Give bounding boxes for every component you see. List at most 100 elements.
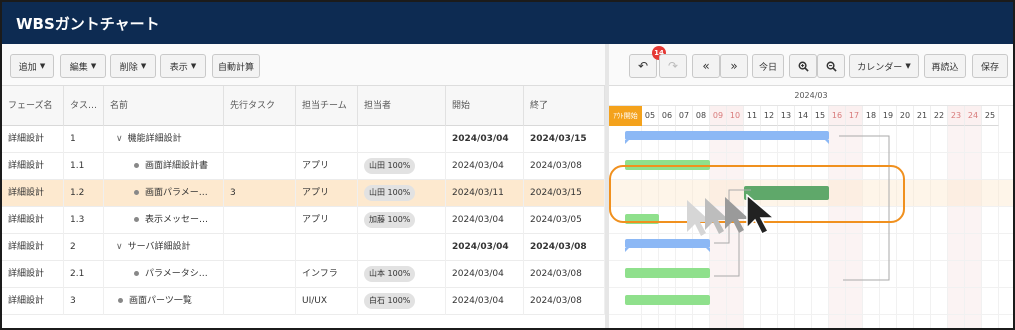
cell-team[interactable]: インフラ	[296, 261, 358, 288]
cell-name[interactable]: ∨ 機能詳細設計	[104, 126, 224, 153]
cell-end[interactable]: 2024/03/08	[524, 153, 605, 180]
cell-start[interactable]: 2024/03/04	[446, 234, 524, 261]
view-button[interactable]: 表示 ▼	[160, 54, 206, 78]
cell-pred[interactable]	[224, 153, 296, 180]
save-button[interactable]: 保存	[972, 54, 1008, 78]
task-name: サーバ詳細設計	[127, 242, 191, 252]
cursor-icon	[746, 194, 777, 236]
cell-phase[interactable]: 詳細設計	[2, 126, 64, 153]
cell-pred[interactable]	[224, 126, 296, 153]
add-button[interactable]: 追加 ▼	[10, 54, 54, 78]
column-header-phase[interactable]: フェーズ名	[2, 86, 64, 126]
table-row[interactable]: 詳細設計 1 ∨ 機能詳細設計 2024/03/04 2024/03/15	[2, 126, 605, 153]
column-header-end[interactable]: 終了	[524, 86, 605, 126]
cell-name[interactable]: 画面パラメー…	[104, 180, 224, 207]
cell-no[interactable]: 1.3	[64, 207, 104, 234]
double-right-icon: »	[730, 59, 738, 73]
cell-phase[interactable]: 詳細設計	[2, 234, 64, 261]
cell-end[interactable]: 2024/03/08	[524, 288, 605, 315]
cell-name[interactable]: 表示メッセー…	[104, 207, 224, 234]
cell-no[interactable]: 2	[64, 234, 104, 261]
cell-pred[interactable]	[224, 207, 296, 234]
cell-start[interactable]: 2024/03/04	[446, 288, 524, 315]
today-button[interactable]: 今日	[752, 54, 784, 78]
column-header-assignee[interactable]: 担当者	[358, 86, 446, 126]
cell-no[interactable]: 3	[64, 288, 104, 315]
table-row[interactable]: 詳細設計 3 画面パーツ一覧 UI/UX 白石 100% 2024/03/04 2024/0…	[2, 288, 605, 315]
cell-start[interactable]: 2024/03/04	[446, 126, 524, 153]
table-row[interactable]: 詳細設計 1.2 画面パラメー… 3 アプリ 山田 100% 2024/03/11 2024/…	[2, 180, 605, 207]
redo-button[interactable]: ↷	[659, 54, 687, 78]
collapse-toggle-icon[interactable]: ∨	[116, 234, 123, 261]
table-row[interactable]: 詳細設計 1.3 表示メッセー… アプリ 加藤 100% 2024/03/04 2024/0…	[2, 207, 605, 234]
table-row[interactable]: 詳細設計 1.1 画面詳細設計書 アプリ 山田 100% 2024/03/04 2024/0…	[2, 153, 605, 180]
cell-end[interactable]: 2024/03/08	[524, 234, 605, 261]
table-row[interactable]: 詳細設計 2 ∨ サーバ詳細設計 2024/03/04 2024/03/08	[2, 234, 605, 261]
cell-team[interactable]: UI/UX	[296, 288, 358, 315]
cell-no[interactable]: 1	[64, 126, 104, 153]
column-header-predecessor[interactable]: 先行タスク	[224, 86, 296, 126]
column-header-task-no[interactable]: タス…	[64, 86, 104, 126]
delete-button[interactable]: 削除 ▼	[110, 54, 156, 78]
zoom-out-button[interactable]	[817, 54, 845, 78]
undo-icon: ↶	[637, 59, 649, 73]
cell-team[interactable]: アプリ	[296, 153, 358, 180]
cell-assignee[interactable]	[358, 234, 446, 261]
cell-assignee[interactable]: 山田 100%	[358, 180, 446, 207]
assignee-chip[interactable]: 白石 100%	[364, 292, 416, 309]
cell-start[interactable]: 2024/03/11	[446, 180, 524, 207]
collapse-toggle-icon[interactable]: ∨	[116, 126, 123, 153]
cell-assignee[interactable]: 白石 100%	[358, 288, 446, 315]
cell-assignee[interactable]: 山田 100%	[358, 153, 446, 180]
edit-button[interactable]: 編集 ▼	[60, 54, 106, 78]
cell-phase[interactable]: 詳細設計	[2, 288, 64, 315]
cell-phase[interactable]: 詳細設計	[2, 207, 64, 234]
cell-assignee[interactable]: 山本 100%	[358, 261, 446, 288]
cell-phase[interactable]: 詳細設計	[2, 180, 64, 207]
prev-button[interactable]: «	[692, 54, 720, 78]
cell-no[interactable]: 2.1	[64, 261, 104, 288]
cell-end[interactable]: 2024/03/15	[524, 126, 605, 153]
cell-team[interactable]: アプリ	[296, 207, 358, 234]
cell-phase[interactable]: 詳細設計	[2, 261, 64, 288]
cell-no[interactable]: 1.2	[64, 180, 104, 207]
table-row[interactable]: 詳細設計 2.1 パラメータシ… インフラ 山本 100% 2024/03/04 2024/…	[2, 261, 605, 288]
assignee-chip[interactable]: 山田 100%	[364, 157, 416, 174]
zoom-in-button[interactable]	[789, 54, 817, 78]
cell-pred[interactable]	[224, 288, 296, 315]
cell-team[interactable]	[296, 126, 358, 153]
cell-name[interactable]: ∨ サーバ詳細設計	[104, 234, 224, 261]
assignee-chip[interactable]: 加藤 100%	[364, 211, 416, 228]
auto-calc-button[interactable]: 自動計算	[212, 54, 260, 78]
assignee-chip[interactable]: 山本 100%	[364, 265, 416, 282]
zoom-in-icon	[798, 61, 809, 72]
cell-assignee[interactable]	[358, 126, 446, 153]
next-button[interactable]: »	[720, 54, 748, 78]
cell-start[interactable]: 2024/03/04	[446, 207, 524, 234]
calendar-button[interactable]: カレンダー ▼	[849, 54, 919, 78]
cell-team[interactable]: アプリ	[296, 180, 358, 207]
cell-name[interactable]: 画面パーツ一覧	[104, 288, 224, 315]
cell-end[interactable]: 2024/03/15	[524, 180, 605, 207]
toolbar: 追加 ▼ 編集 ▼ 削除 ▼ 表示 ▼ 自動計算 ↶ 14 ↷ « » 今日 カレンダー…	[2, 44, 1013, 86]
cell-assignee[interactable]: 加藤 100%	[358, 207, 446, 234]
cell-phase[interactable]: 詳細設計	[2, 153, 64, 180]
cell-start[interactable]: 2024/03/04	[446, 261, 524, 288]
assignee-chip[interactable]: 山田 100%	[364, 184, 416, 201]
cell-start[interactable]: 2024/03/04	[446, 153, 524, 180]
cell-end[interactable]: 2024/03/08	[524, 261, 605, 288]
column-header-team[interactable]: 担当チーム	[296, 86, 358, 126]
column-header-name[interactable]: 名前	[104, 86, 224, 126]
cell-pred[interactable]	[224, 234, 296, 261]
cell-name[interactable]: 画面詳細設計書	[104, 153, 224, 180]
column-header-start[interactable]: 開始	[446, 86, 524, 126]
cell-pred[interactable]: 3	[224, 180, 296, 207]
cell-no[interactable]: 1.1	[64, 153, 104, 180]
reload-button[interactable]: 再読込	[924, 54, 966, 78]
cell-pred[interactable]	[224, 261, 296, 288]
cell-team[interactable]	[296, 234, 358, 261]
cell-end[interactable]: 2024/03/05	[524, 207, 605, 234]
caret-down-icon: ▼	[140, 62, 147, 70]
cell-name[interactable]: パラメータシ…	[104, 261, 224, 288]
app-title: WBSガントチャート	[2, 2, 1013, 44]
